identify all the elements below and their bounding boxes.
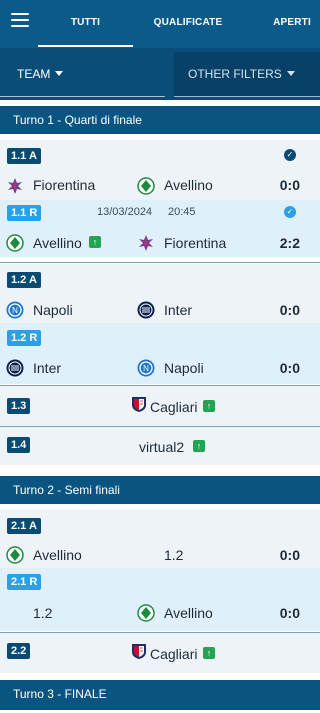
avellino-logo-icon	[137, 177, 155, 195]
round-header: Turno 2 - Semi finali	[0, 476, 320, 504]
cagliari-logo-icon	[132, 644, 146, 659]
match-badge: 1.2 A	[7, 272, 41, 288]
match-badge: 1.3	[7, 398, 31, 414]
chevron-down-icon	[55, 71, 64, 76]
match-badge: 2.2	[7, 643, 31, 659]
away-team: Avellino	[164, 605, 213, 621]
inter-logo-icon	[6, 359, 24, 377]
active-tab-indicator	[38, 45, 133, 47]
match-date: 13/03/2024	[97, 206, 153, 218]
round-header: Turno 3 - FINALE	[0, 680, 320, 710]
avellino-logo-icon	[137, 604, 155, 622]
home-team: Inter	[33, 360, 62, 376]
other-filters-label: OTHER FILTERS	[188, 67, 282, 81]
tab-qualificate[interactable]: QUALIFICATE	[140, 0, 236, 48]
match-row[interactable]: 1.1 R 13/03/2024 20:45 ✓ Avellino ↑ Fior…	[0, 200, 320, 257]
match-time: 20:45	[168, 206, 196, 218]
match-badge: 1.1 A	[7, 148, 41, 164]
home-team: Napoli	[33, 302, 73, 318]
match-score: 0:0	[279, 360, 300, 376]
match-badge: 1.1 R	[7, 205, 42, 221]
match-row[interactable]: 2.2 Cagliari ↑	[0, 633, 320, 673]
inter-logo-icon	[137, 301, 155, 319]
match-row[interactable]: 1.1 A ✓ Fiorentina Avellino 0:0	[0, 140, 320, 200]
avellino-logo-icon	[6, 234, 24, 252]
match-score: 2:2	[279, 235, 300, 251]
fiorentina-logo-icon	[8, 178, 22, 194]
qualified-team: Cagliari	[150, 646, 198, 662]
match-row[interactable]: 1.2 A N Napoli Inter 0:0	[0, 264, 320, 323]
qualified-up-icon: ↑	[193, 440, 205, 452]
away-team: Inter	[164, 302, 193, 318]
check-icon: ✓	[284, 206, 296, 218]
team-filter-select[interactable]: TEAM	[0, 48, 172, 98]
home-team: Avellino	[33, 547, 82, 563]
match-score: 0:0	[279, 547, 300, 563]
cagliari-logo-icon	[132, 397, 146, 412]
tab-aperti[interactable]: APERTI	[264, 0, 320, 48]
svg-text:N: N	[143, 364, 149, 373]
round-header: Turno 1 - Quarti di finale	[0, 106, 320, 134]
team-filter-label: TEAM	[17, 67, 51, 81]
match-score: 0:0	[279, 177, 300, 193]
match-score: 0:0	[279, 605, 300, 621]
match-row[interactable]: 1.3 Cagliari ↑	[0, 386, 320, 426]
away-team: Napoli	[164, 360, 204, 376]
napoli-logo-icon: N	[6, 301, 24, 319]
qualified-team: virtual2	[139, 439, 185, 455]
away-team: Fiorentina	[164, 235, 227, 251]
fiorentina-logo-icon	[139, 235, 153, 251]
tab-tutti[interactable]: TUTTI	[38, 0, 133, 48]
app-header: TUTTI QUALIFICATE APERTI	[0, 0, 320, 48]
match-row[interactable]: 2.1 R 1.2 Avellino 0:0	[0, 568, 320, 631]
match-badge: 1.4	[7, 437, 31, 453]
chevron-down-icon	[286, 71, 295, 76]
svg-text:N: N	[12, 306, 18, 315]
match-score: 0:0	[279, 302, 300, 318]
match-badge: 2.1 R	[7, 574, 42, 590]
away-team: Avellino	[164, 177, 213, 193]
qualified-up-icon: ↑	[89, 236, 101, 248]
avellino-logo-icon	[6, 546, 24, 564]
match-row[interactable]: 2.1 A Avellino 1.2 0:0	[0, 510, 320, 568]
home-team: Avellino	[33, 235, 82, 251]
away-team: 1.2	[164, 547, 184, 563]
qualified-up-icon: ↑	[203, 400, 215, 412]
match-row[interactable]: 1.2 R Inter N Napoli 0:0	[0, 323, 320, 384]
filter-bar: TEAM OTHER FILTERS	[0, 48, 320, 100]
napoli-logo-icon: N	[137, 359, 155, 377]
match-row[interactable]: 1.4 virtual2 ↑	[0, 427, 320, 465]
qualified-up-icon: ↑	[203, 647, 215, 659]
check-icon: ✓	[284, 149, 296, 161]
other-filters-select[interactable]: OTHER FILTERS	[174, 52, 320, 97]
match-badge: 1.2 R	[7, 330, 42, 346]
menu-icon[interactable]	[11, 13, 29, 29]
qualified-team: Cagliari	[150, 399, 198, 415]
match-badge: 2.1 A	[7, 518, 41, 534]
home-team: 1.2	[33, 605, 53, 621]
home-team: Fiorentina	[33, 177, 96, 193]
